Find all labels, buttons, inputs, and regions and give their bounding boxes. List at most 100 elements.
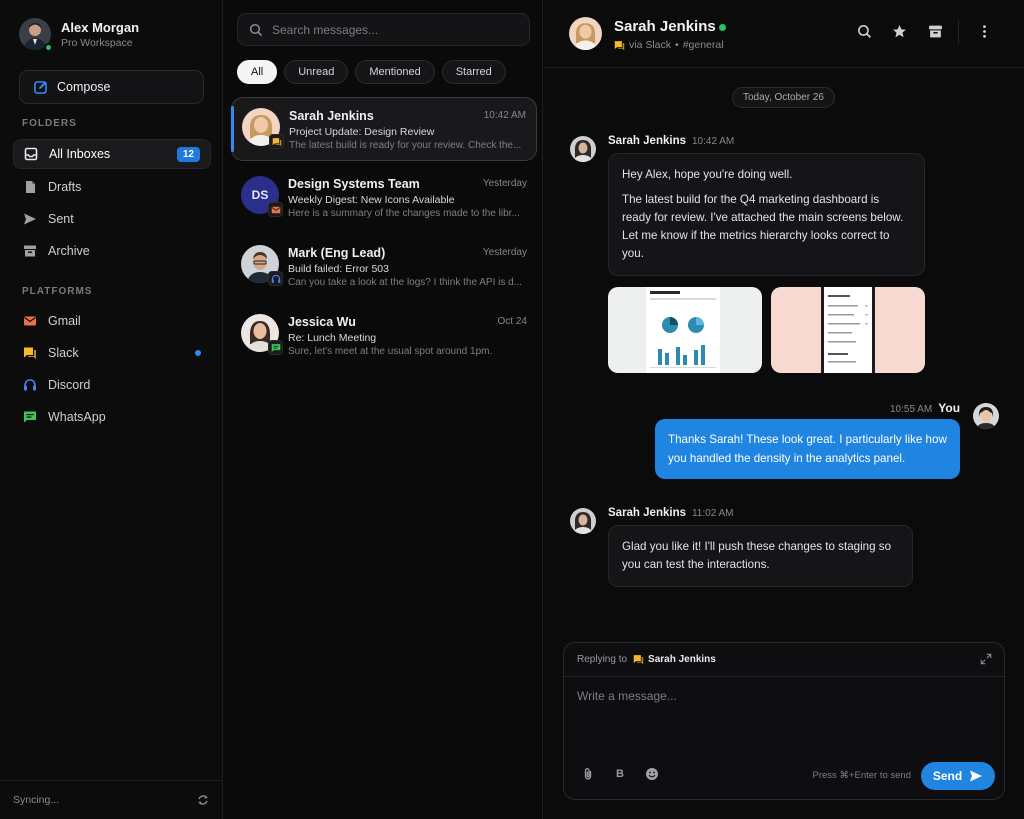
filter-unread[interactable]: Unread <box>284 60 349 84</box>
message-preview: The latest build is ready for your revie… <box>289 140 522 151</box>
sidebar-item-gmail[interactable]: Gmail <box>13 306 211 336</box>
message-sender: Sarah Jenkins <box>608 507 686 519</box>
message-sender: Sarah Jenkins <box>289 109 374 123</box>
message-preview: Can you take a look at the logs? I think… <box>288 277 523 288</box>
message-time: Oct 24 <box>497 316 527 327</box>
avatar <box>570 136 596 162</box>
source-platform: via Slack <box>629 39 672 51</box>
message-time: 10:42 AM <box>691 136 735 147</box>
header-divider <box>958 20 959 44</box>
avatar <box>570 508 596 534</box>
replying-label: Replying to <box>577 654 628 665</box>
filter-starred[interactable]: Starred <box>441 60 506 84</box>
online-status-dot <box>719 24 726 31</box>
source-channel: #general <box>682 39 724 51</box>
sidebar-item-label: Archive <box>48 244 90 258</box>
online-status-dot <box>44 43 53 52</box>
profile[interactable]: Alex Morgan Pro Workspace <box>19 18 139 52</box>
sidebar-item-label: Sent <box>48 212 74 226</box>
attachment-thumbnail[interactable] <box>771 287 925 373</box>
folders-label: FOLDERS <box>22 118 77 129</box>
sidebar-item-label: Discord <box>48 378 91 392</box>
conversation-header: Sarah Jenkins via Slack • #general <box>544 0 1024 68</box>
contact-name: Sarah Jenkins <box>614 18 716 35</box>
message-text: Glad you like it! I'll push these change… <box>622 540 892 571</box>
sidebar-item-label: All Inboxes <box>49 147 111 161</box>
message-bubble: Hey Alex, hope you're doing well. The la… <box>608 153 925 276</box>
separator-dot: • <box>675 39 679 51</box>
avatar <box>973 403 999 429</box>
sidebar-item-label: Slack <box>48 346 79 360</box>
archive-icon[interactable] <box>926 22 944 40</box>
message-preview: Here is a summary of the changes made to… <box>288 208 520 219</box>
sidebar-item-whatsapp[interactable]: WhatsApp <box>13 402 211 432</box>
sidebar-item-archive[interactable]: Archive <box>13 236 211 266</box>
star-icon[interactable] <box>890 22 908 40</box>
emoji-icon[interactable] <box>643 765 661 783</box>
send-label: Send <box>932 769 963 783</box>
filter-chips: All Unread Mentioned Starred <box>237 60 506 84</box>
message-header: Sarah Jenkins 11:02 AM <box>608 507 734 519</box>
send-button[interactable]: Send <box>921 762 995 790</box>
sidebar-item-discord[interactable]: Discord <box>13 370 211 400</box>
more-options-icon[interactable] <box>975 22 993 40</box>
sync-status-text: Syncing... <box>13 794 60 806</box>
date-separator: Today, October 26 <box>732 87 835 108</box>
gmail-icon <box>23 314 37 328</box>
sidebar-item-label: Drafts <box>48 180 82 194</box>
filter-all[interactable]: All <box>237 60 278 84</box>
message-composer: Replying to Sarah Jenkins B Press ⌘+Ente… <box>563 642 1005 800</box>
search-icon[interactable] <box>855 22 873 40</box>
gmail-icon <box>268 202 283 217</box>
unread-count-badge: 12 <box>176 147 200 162</box>
slack-icon <box>269 134 284 149</box>
message-item[interactable]: DS Design Systems Team Yesterday Weekly … <box>231 166 537 230</box>
sync-status-bar: Syncing... <box>0 780 223 819</box>
contact-avatar[interactable] <box>569 17 602 50</box>
sync-icon[interactable] <box>196 793 210 807</box>
message-list-panel: All Unread Mentioned Starred Sarah Jenki… <box>224 0 543 819</box>
message-text: Thanks Sarah! These look great. I partic… <box>668 433 947 465</box>
message-time: 11:02 AM <box>691 508 734 519</box>
message-item[interactable]: Sarah Jenkins 10:42 AM Project Update: D… <box>231 97 537 161</box>
message-sender: Sarah Jenkins <box>608 135 686 147</box>
message-header: 10:55 AM You <box>890 401 960 415</box>
message-item[interactable]: Mark (Eng Lead) Yesterday Build failed: … <box>231 235 537 299</box>
search-input[interactable] <box>272 22 512 37</box>
discord-icon <box>23 378 37 392</box>
sidebar-item-all-inboxes[interactable]: All Inboxes 12 <box>13 139 211 169</box>
message-subject: Build failed: Error 503 <box>288 263 389 275</box>
sidebar-item-label: Gmail <box>48 314 81 328</box>
message-subject: Project Update: Design Review <box>289 126 435 138</box>
archive-icon <box>23 244 37 258</box>
search-box[interactable] <box>237 13 530 46</box>
bold-button[interactable]: B <box>611 765 629 783</box>
message-input[interactable] <box>577 689 987 739</box>
attachment-icon[interactable] <box>579 765 597 783</box>
sidebar-item-slack[interactable]: Slack <box>13 338 211 368</box>
message-bubble: Glad you like it! I'll push these change… <box>608 525 913 587</box>
search-icon <box>249 23 263 37</box>
inbox-icon <box>24 147 38 161</box>
profile-workspace: Pro Workspace <box>61 36 133 49</box>
message-preview: Sure, let's meet at the usual spot aroun… <box>288 346 493 357</box>
filter-mentioned[interactable]: Mentioned <box>355 60 435 84</box>
compose-button[interactable]: Compose <box>19 70 204 104</box>
whatsapp-icon <box>268 340 283 355</box>
expand-icon[interactable] <box>980 653 992 665</box>
sidebar-item-sent[interactable]: Sent <box>13 204 211 234</box>
compose-label: Compose <box>57 80 111 94</box>
unread-indicator-dot <box>195 350 201 356</box>
avatar <box>19 18 53 52</box>
message-item[interactable]: Jessica Wu Oct 24 Re: Lunch Meeting Sure… <box>231 304 537 368</box>
slack-icon <box>23 346 37 360</box>
conversation-panel: Sarah Jenkins via Slack • #general Today… <box>544 0 1024 819</box>
message-sender: Jessica Wu <box>288 315 356 329</box>
sidebar-item-drafts[interactable]: Drafts <box>13 172 211 202</box>
reply-context: Replying to Sarah Jenkins <box>564 643 1004 677</box>
replying-name: Sarah Jenkins <box>648 654 716 665</box>
attachment-thumbnail[interactable] <box>608 287 762 373</box>
message-time: 10:42 AM <box>483 110 526 121</box>
message-time: Yesterday <box>482 178 527 189</box>
send-icon <box>23 212 37 226</box>
